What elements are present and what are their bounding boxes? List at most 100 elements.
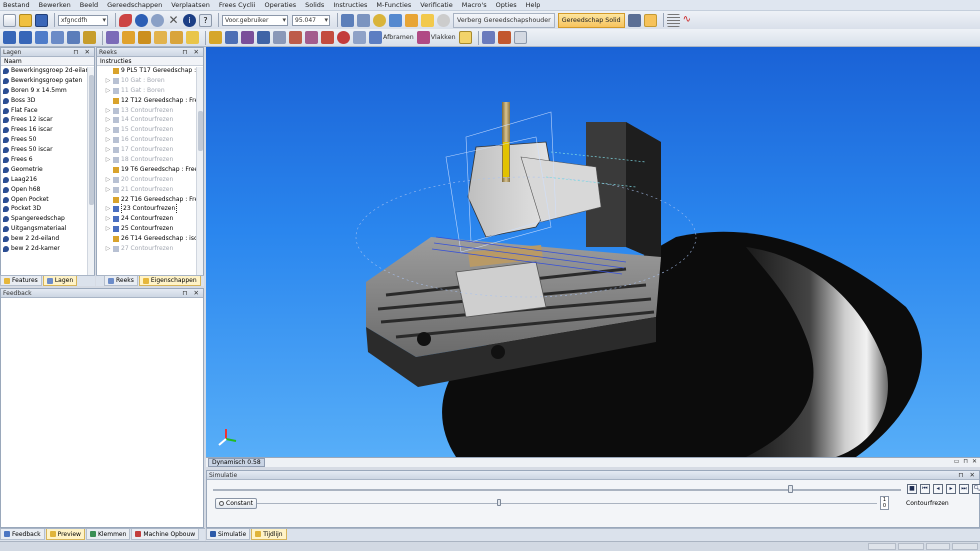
path-icon[interactable] [51,31,64,44]
open-folder-icon[interactable] [19,13,32,27]
cut-icon[interactable] [67,31,80,44]
expand-icon[interactable]: ▷ [105,76,111,86]
sequence-item[interactable]: ▷ 16 Contourfrezen [97,135,203,145]
menu-gereedschappen[interactable]: Gereedschappen [107,1,162,9]
tap-icon[interactable] [154,31,167,44]
sequence-item[interactable]: ▷ 11 Gat : Boren [97,86,203,96]
simulation-progress-track[interactable] [213,489,901,491]
sequence-item[interactable]: ▷ 14 Contourfrezen [97,115,203,125]
expand-icon[interactable]: ▷ [105,214,111,224]
layer-item[interactable]: Boss 3D [1,96,94,106]
new-file-icon[interactable] [3,13,16,27]
panel-controls[interactable]: ⊓ ✕ [958,471,977,480]
expand-icon[interactable]: ▷ [105,125,111,135]
sequence-item[interactable]: ▷ 13 Contourfrezen [97,106,203,116]
layer-item[interactable]: Bewerkingsgroep gaten [1,76,94,86]
sequence-item[interactable]: ▷ 24 Contourfrezen [97,214,203,224]
panel-controls[interactable]: ⊓ ✕ [182,48,201,57]
arrow-left-icon[interactable] [3,31,16,44]
layer-item[interactable]: Boren 9 x 14.5mm [1,86,94,96]
layer-item[interactable]: Uitgangsmateriaal [1,224,94,234]
menu-solids[interactable]: Solids [305,1,324,9]
expand-icon[interactable]: ▷ [105,135,111,145]
layer-item[interactable]: Pocket 3D [1,204,94,214]
tab-sequence[interactable]: Reeks [104,276,138,286]
sequence-item[interactable]: ▷ 20 Contourfrezen [97,175,203,185]
tab-feedback[interactable]: Feedback [0,529,45,540]
sequence-item[interactable]: 22 T16 Gereedschap : Fre [97,195,203,205]
expand-icon[interactable]: ▷ [105,145,111,155]
save-icon[interactable] [35,13,48,27]
layers-scrollbar[interactable] [87,67,94,277]
simulation-progress-knob[interactable] [787,485,793,493]
export-icon[interactable] [513,31,527,44]
sequence-item[interactable]: ▷ 21 Contourfrezen [97,185,203,195]
expand-icon[interactable]: ▷ [105,106,111,116]
mill-icon[interactable] [83,31,96,44]
pocket-icon[interactable] [241,31,254,44]
curve-icon[interactable] [35,31,48,44]
tool-icon[interactable] [119,13,132,27]
layer-item[interactable]: Geometrie [1,165,94,175]
sequence-item[interactable]: ▷ 15 Contourfrezen [97,125,203,135]
tools-icon[interactable] [497,31,511,44]
expand-icon[interactable]: ▷ [105,244,111,254]
layer-combo[interactable]: xfgncdfh [58,14,108,26]
stop-button[interactable]: ■ [907,484,917,494]
tab-tijdlijn[interactable]: Tijdlijn [251,529,287,540]
panel-controls[interactable]: ⊓ ✕ [182,289,201,298]
tab-features[interactable]: Features [0,276,42,286]
layer-item[interactable]: Flat Face [1,106,94,116]
expand-icon[interactable]: ▷ [105,185,111,195]
grid-icon[interactable] [666,13,680,27]
deburr-icon[interactable] [369,31,382,44]
layer-item[interactable]: Frees 16 iscar [1,125,94,135]
tab-layers[interactable]: Lagen [42,276,78,286]
viewport-controls[interactable]: ▭ ⊓ ✕ [954,458,978,465]
rotate-icon[interactable] [389,13,402,27]
layer-item[interactable]: Bewerkingsgroep 2d-eilan [1,66,94,76]
select-icon[interactable] [357,13,370,27]
axis-icon[interactable] [643,13,657,27]
rough-icon[interactable] [289,31,302,44]
tool-solid-button[interactable]: Gereedschap Solid [557,12,625,28]
layer-item[interactable]: bew 2 2d-kamer [1,244,94,254]
menu-verificatie[interactable]: Verificatie [420,1,452,9]
step-back-button[interactable]: ◂ [933,484,943,494]
menu-operaties[interactable]: Operaties [264,1,296,9]
layer-item[interactable]: Spangereedschap [1,214,94,224]
arrow-right-icon[interactable] [19,31,32,44]
drill-icon[interactable] [122,31,135,44]
delete-icon[interactable]: ✕ [167,14,180,27]
menu-m-functies[interactable]: M-Functies [376,1,411,9]
menu-verplaatsen[interactable]: Verplaatsen [171,1,210,9]
user-combo[interactable]: Voor.gebruiker [222,14,288,26]
layer-item[interactable]: Frees 6 [1,155,94,165]
tab-klemmen[interactable]: Klemmen [85,529,131,540]
expand-icon[interactable]: ▷ [105,115,111,125]
measure-icon[interactable] [373,13,386,27]
sequence-item[interactable]: 19 T6 Gereedschap : Free [97,165,203,175]
3d-viewport[interactable] [206,47,980,457]
menu-help[interactable]: Help [526,1,541,9]
folder-icon[interactable] [421,13,434,27]
sequence-item[interactable]: ▷ 17 Contourfrezen [97,145,203,155]
sequence-item[interactable]: 12 T12 Gereedschap : Fre [97,96,203,106]
panel-controls[interactable]: ⊓ ✕ [73,48,92,57]
redo-icon[interactable] [151,13,164,27]
fast-forward-button[interactable]: ⏭ [959,484,969,494]
expand-icon[interactable]: ▷ [105,155,111,165]
layer-item[interactable]: Open Pocket [1,195,94,205]
profile-icon[interactable] [257,31,270,44]
sequence-item[interactable]: ▷ 10 Gat : Boren [97,76,203,86]
tool-yellow-icon[interactable] [186,31,199,44]
layer-item[interactable]: Laag216 [1,175,94,185]
disk-icon[interactable] [337,31,350,44]
pen-icon[interactable] [106,31,119,44]
deburr-label[interactable]: Afbramen [383,31,414,44]
tab-machine-opbouw[interactable]: Machine Opbouw [131,529,200,540]
expand-icon[interactable]: ▷ [105,224,111,234]
graph-icon[interactable]: ∿ [683,14,696,27]
menu-beeld[interactable]: Beeld [80,1,98,9]
menu-bestand[interactable]: Bestand [3,1,30,9]
